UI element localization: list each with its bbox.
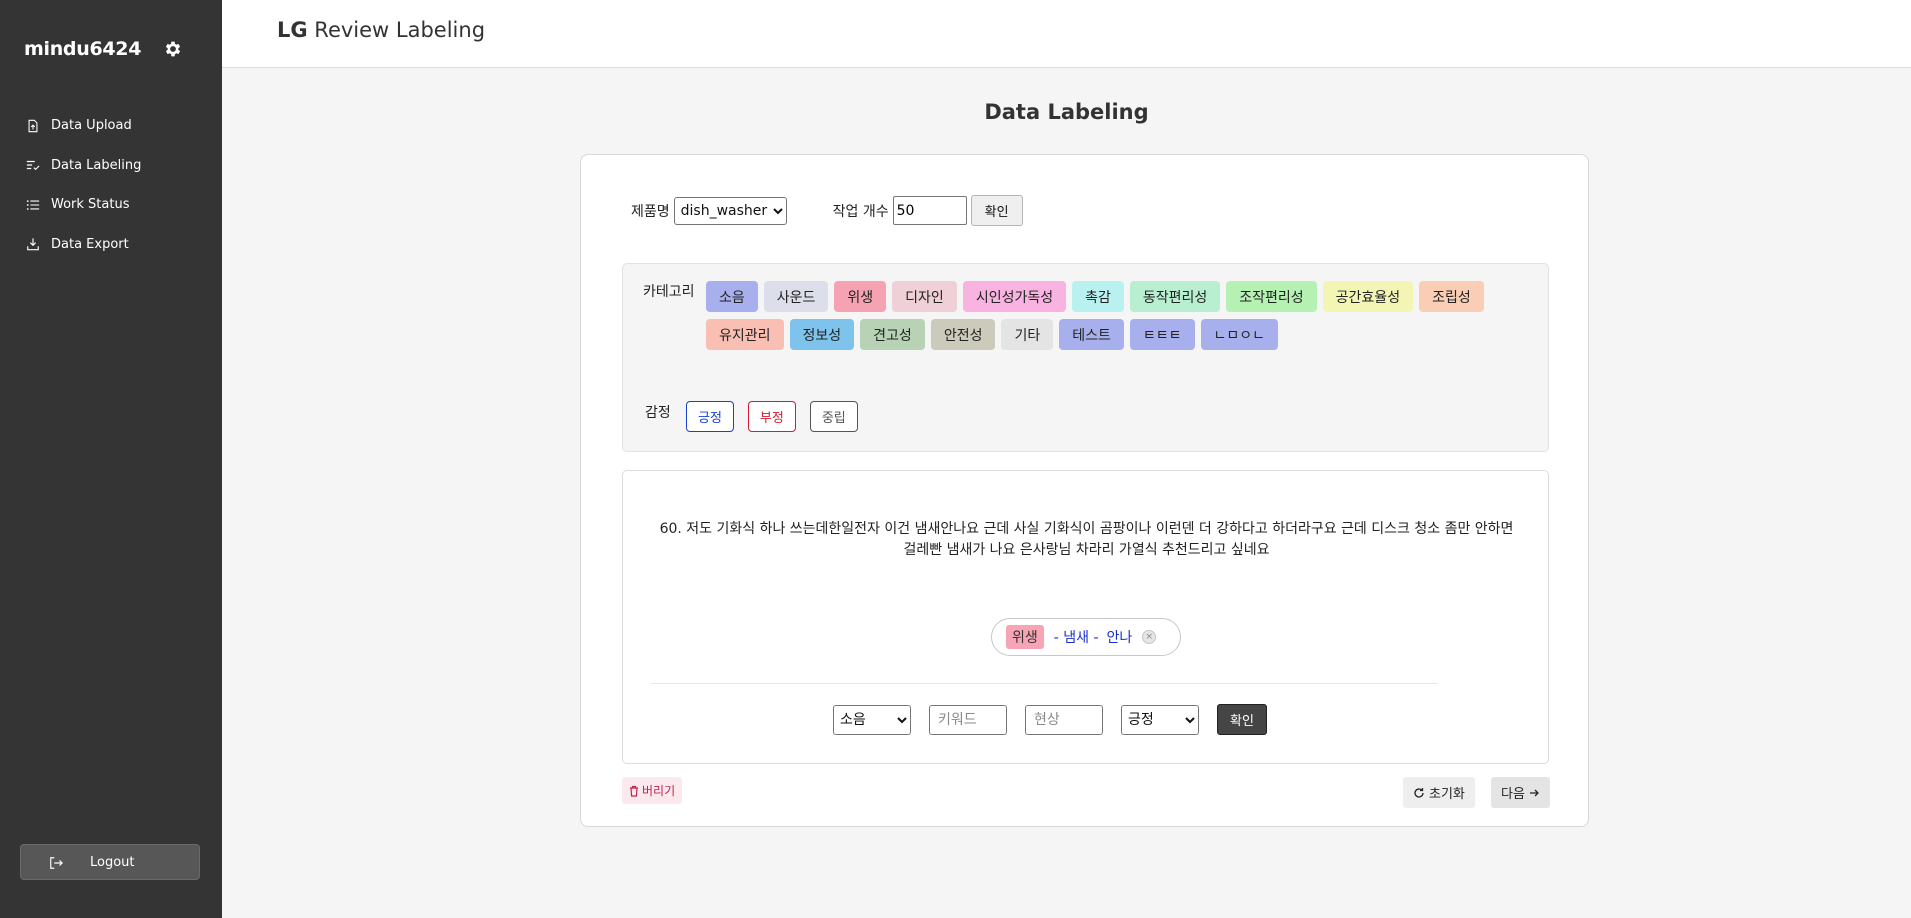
category-panel: 카테고리 소음 사운드 위생 디자인 시인성가독성 촉감 동작편리성 조작편리성 공간효율성 조립… [622, 263, 1549, 452]
count-label: 작업 개수 [832, 203, 889, 220]
brand-logo-text: LG [277, 18, 308, 42]
sidebar-nav: Data Upload Data Labeling Work Status Da… [0, 106, 222, 264]
category-chip[interactable]: 기타 [1001, 319, 1054, 350]
sentiment-options: 긍정 부정 중립 [686, 401, 858, 432]
category-chip[interactable]: 정보성 [789, 319, 855, 350]
sentiment-button[interactable]: 긍정 [686, 401, 734, 432]
arrow-right-icon [1529, 789, 1539, 796]
category-chip[interactable]: 견고성 [860, 319, 925, 350]
tag-keyword: - 냄새 - [1053, 630, 1099, 646]
username: mindu6424 [24, 38, 142, 60]
task-settings-row: 제품명 dish_washer 작업 개수 확인 [631, 195, 1023, 226]
category-chip[interactable]: 테스트 [1059, 319, 1124, 350]
discard-label: 버리기 [642, 784, 676, 798]
review-panel: 60. 저도 기화식 하나 쓰는데한일전자 이건 냄새안나요 근데 사실 기화식… [622, 470, 1549, 764]
sidebar-item-work-status[interactable]: Work Status [0, 185, 222, 225]
product-label: 제품명 [631, 203, 670, 220]
add-label-form: 소음 긍정 확인 [833, 704, 1267, 735]
task-confirm-button[interactable]: 확인 [970, 195, 1023, 226]
category-label: 카테고리 [643, 284, 695, 300]
label-tag: 위생 - 냄새 - 안나 × [991, 618, 1181, 656]
trash-icon [630, 785, 638, 797]
top-header: LG Review Labeling [222, 0, 1911, 68]
download-icon [27, 238, 39, 251]
category-chip[interactable]: 소음 [706, 281, 758, 312]
sidebar: mindu6424 Data Upload Data Labeling Work… [0, 0, 222, 918]
reset-button[interactable]: 초기화 [1403, 777, 1475, 808]
app-brand: LG Review Labeling [277, 18, 485, 42]
product-select[interactable]: dish_washer [673, 196, 787, 225]
page-title: Data Labeling [984, 100, 1149, 124]
category-chip[interactable]: 동작편리성 [1129, 281, 1221, 312]
refresh-icon [1414, 787, 1424, 798]
category-chip[interactable]: 위생 [834, 281, 887, 312]
review-text: 60. 저도 기화식 하나 쓰는데한일전자 이건 냄새안나요 근데 사실 기화식… [659, 521, 1514, 558]
logout-button[interactable]: Logout [20, 844, 200, 880]
phenomenon-input[interactable] [1025, 704, 1103, 735]
sidebar-item-label: Data Export [51, 236, 129, 252]
add-label-confirm-button[interactable]: 확인 [1217, 704, 1267, 735]
keyword-input[interactable] [929, 704, 1007, 735]
category-chip[interactable]: 디자인 [892, 281, 957, 312]
category-chip[interactable]: ㅌㅌㅌ [1129, 319, 1195, 350]
discard-button[interactable]: 버리기 [622, 777, 683, 804]
brand-title: Review Labeling [307, 18, 486, 42]
category-chip[interactable]: 조작편리성 [1226, 281, 1317, 312]
next-label: 다음 [1501, 787, 1525, 802]
file-upload-icon [28, 119, 38, 132]
sidebar-item-label: Work Status [51, 197, 130, 213]
sidebar-item-label: Data Labeling [51, 157, 142, 173]
sentiment-button[interactable]: 중립 [809, 401, 858, 432]
divider [651, 683, 1438, 684]
category-chip[interactable]: 사운드 [763, 281, 829, 312]
gear-icon[interactable] [163, 39, 183, 59]
tag-remove-icon[interactable]: × [1142, 630, 1157, 644]
next-button[interactable]: 다음 [1491, 777, 1550, 808]
list-check-icon [26, 161, 40, 171]
category-chip[interactable]: ㄴㅁㅇㄴ [1200, 319, 1279, 350]
tag-category: 위생 [1006, 625, 1044, 649]
sentiment-label: 감정 [645, 405, 671, 421]
reset-label: 초기화 [1429, 787, 1465, 802]
list-icon [26, 199, 40, 210]
sentiment-button[interactable]: 부정 [747, 401, 796, 432]
category-chip[interactable]: 조립성 [1419, 281, 1484, 312]
logout-icon [50, 857, 63, 869]
category-chip-list: 소음 사운드 위생 디자인 시인성가독성 촉감 동작편리성 조작편리성 공간효율성 조립성유지관리… [706, 281, 1536, 350]
category-chip[interactable]: 유지관리 [706, 319, 784, 350]
labeling-card: 제품명 dish_washer 작업 개수 확인 카테고리 소음사운드위생디자인… [580, 154, 1589, 827]
sidebar-item-data-upload[interactable]: Data Upload [0, 106, 222, 146]
logout-label: Logout [90, 855, 135, 870]
category-chip[interactable]: 촉감 [1072, 281, 1124, 312]
tag-phenomenon: 안나 [1106, 630, 1133, 646]
sentiment-select[interactable]: 긍정 [1121, 704, 1199, 735]
category-chip[interactable]: 공간효율성 [1322, 281, 1414, 312]
category-chip[interactable]: 시인성가독성 [962, 281, 1067, 312]
sidebar-item-data-labeling[interactable]: Data Labeling [0, 146, 222, 186]
sidebar-item-label: Data Upload [51, 118, 132, 134]
sidebar-item-data-export[interactable]: Data Export [0, 225, 222, 265]
category-select[interactable]: 소음 [833, 704, 911, 735]
count-input[interactable] [892, 196, 967, 225]
category-chip[interactable]: 안전성 [930, 319, 996, 350]
